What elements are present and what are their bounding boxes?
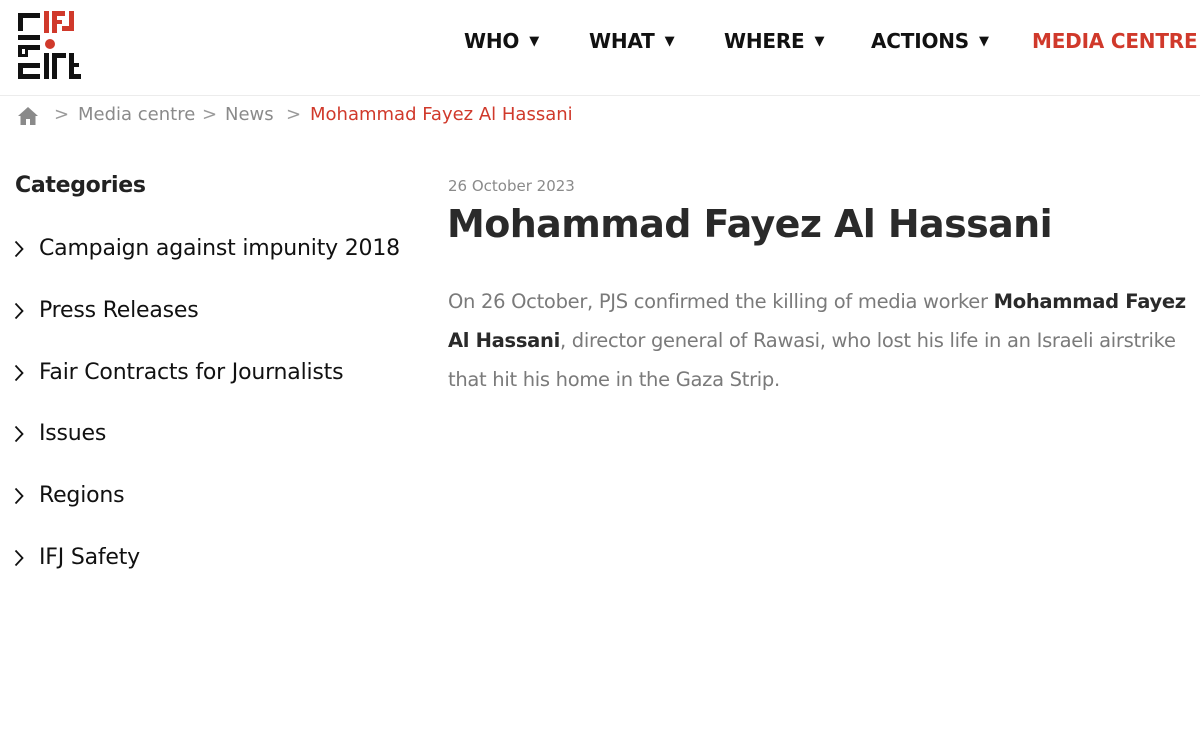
category-label: Campaign against impunity 2018 (39, 236, 400, 261)
page: WHO ▼ WHAT ▼ WHERE ▼ ACTIONS ▼ MEDIA CENTRE▼… (0, 0, 1200, 739)
nav-item-label: ACTIONS (871, 29, 969, 53)
caret-down-icon: ▼ (529, 34, 540, 49)
article-body: On 26 October, PJS confirmed the killing… (448, 282, 1200, 399)
nav-item-label: WHAT (589, 29, 655, 53)
category-label: Fair Contracts for Journalists (39, 360, 344, 385)
category-label: IFJ Safety (39, 545, 140, 570)
breadcrumb-news[interactable]: News (225, 104, 274, 125)
home-icon[interactable] (17, 106, 39, 126)
body-text: On 26 October, PJS confirmed the killing… (448, 290, 994, 313)
nav-item-label: WHERE (724, 29, 805, 53)
chevron-right-icon (14, 425, 24, 443)
chevron-right-icon (14, 302, 24, 320)
caret-down-icon: ▼ (664, 34, 675, 49)
nav-item-label: MEDIA CENTRE (1032, 29, 1198, 53)
category-label: Regions (39, 483, 125, 508)
site-header: WHO ▼ WHAT ▼ WHERE ▼ ACTIONS ▼ MEDIA CENTRE▼ (0, 0, 1200, 96)
nav-item-what[interactable]: WHAT ▼ (589, 29, 675, 53)
breadcrumb-separator: > (54, 104, 70, 125)
chevron-right-icon (14, 240, 24, 258)
category-label: Press Releases (39, 298, 199, 323)
nav-item-media-centre[interactable]: MEDIA CENTRE▼ (1032, 29, 1200, 53)
chevron-right-icon (14, 549, 24, 567)
article-title: Mohammad Fayez Al Hassani (447, 202, 1053, 246)
chevron-right-icon (14, 364, 24, 382)
nav-item-where[interactable]: WHERE ▼ (724, 29, 825, 53)
nav-item-actions[interactable]: ACTIONS ▼ (871, 29, 989, 53)
breadcrumb-separator: > (202, 104, 218, 125)
caret-down-icon: ▼ (979, 34, 989, 49)
ifj-logo[interactable] (16, 7, 84, 81)
breadcrumb-media-centre[interactable]: Media centre (78, 104, 195, 125)
breadcrumb-separator: > (286, 104, 302, 125)
nav-item-who[interactable]: WHO ▼ (464, 29, 539, 53)
chevron-right-icon (14, 487, 24, 505)
breadcrumb-current: Mohammad Fayez Al Hassani (310, 104, 573, 125)
article-date: 26 October 2023 (448, 177, 575, 195)
category-label: Issues (39, 421, 107, 446)
nav-item-label: WHO (464, 29, 520, 53)
categories-heading: Categories (15, 173, 146, 198)
caret-down-icon: ▼ (814, 34, 825, 49)
